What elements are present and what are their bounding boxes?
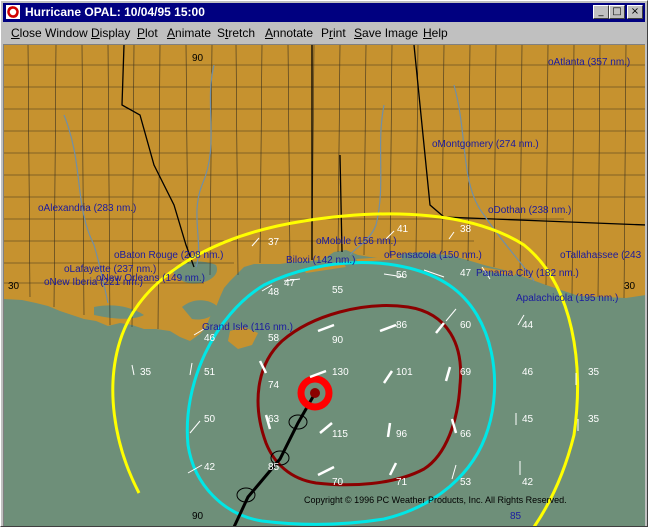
latitude-label: 30 <box>8 281 20 292</box>
wind-speed-value: 63 <box>268 414 280 425</box>
menu-animate[interactable]: Animate <box>167 26 211 40</box>
wind-speed-value: 55 <box>332 285 344 296</box>
wind-speed-value: 37 <box>268 237 280 248</box>
app-window: Hurricane OPAL: 10/04/95 15:00 _ □ × Clo… <box>0 0 648 527</box>
hurricane-eye-center <box>310 388 320 398</box>
city-label: oAlexandria (283 nm.) <box>38 203 136 214</box>
wind-speed-value: 47 <box>460 268 472 279</box>
menu-annotate[interactable]: Annotate <box>265 26 313 40</box>
wind-speed-value: 48 <box>268 287 280 298</box>
wind-speed-value: 35 <box>588 414 600 425</box>
wind-speed-value: 46 <box>204 333 216 344</box>
city-label: oMontgomery (274 nm.) <box>432 139 539 150</box>
wind-speed-value: 66 <box>460 429 472 440</box>
wind-speed-value: 101 <box>396 367 413 378</box>
wind-speed-value: 47 <box>284 278 296 289</box>
wind-speed-value: 70 <box>332 477 344 488</box>
menu-save-image[interactable]: Save Image <box>354 26 418 40</box>
wind-vectors-strong <box>258 322 458 477</box>
wind-speed-value: 86 <box>396 320 408 331</box>
wind-speed-value: 38 <box>460 224 472 235</box>
wind-speed-value: 71 <box>396 477 408 488</box>
longitude-label: 85 <box>510 511 522 522</box>
menu-help[interactable]: Help <box>423 26 448 40</box>
hurricane-app-icon <box>6 5 20 19</box>
menu-display[interactable]: Display <box>91 26 130 40</box>
copyright-notice: Copyright © 1996 PC Weather Products, In… <box>304 495 567 505</box>
window-title: Hurricane OPAL: 10/04/95 15:00 <box>25 5 205 19</box>
wind-speed-value: 45 <box>522 414 534 425</box>
close-button[interactable]: × <box>627 5 643 19</box>
latitude-label: 30 <box>624 281 636 292</box>
wind-speed-value: 115 <box>332 429 348 440</box>
menu-close-window[interactable]: Close Window <box>11 26 88 40</box>
wind-speed-value: 53 <box>460 477 472 488</box>
wind-speed-value: 35 <box>588 367 600 378</box>
wind-speed-value: 51 <box>204 367 216 378</box>
wind-speed-value: 42 <box>522 477 534 488</box>
city-label: Apalachicola (195 nm.) <box>516 293 618 304</box>
wind-speed-value: 58 <box>268 333 280 344</box>
wind-speed-value: 42 <box>204 462 216 473</box>
wind-speed-value: 69 <box>460 367 472 378</box>
menu-stretch[interactable]: Stretch <box>217 26 255 40</box>
minimize-button[interactable]: _ <box>593 5 609 19</box>
city-label: oMobile (156 nm.) <box>316 236 397 247</box>
menu-bar: Close Window Display Plot Animate Stretc… <box>3 23 645 43</box>
wind-speed-value: 96 <box>396 429 408 440</box>
title-bar[interactable]: Hurricane OPAL: 10/04/95 15:00 _ □ × <box>3 3 645 22</box>
wind-speed-value: 130 <box>332 367 349 378</box>
wind-speed-value: 44 <box>522 320 534 331</box>
longitude-label: 90 <box>192 511 204 522</box>
wind-speed-value: 60 <box>460 320 472 331</box>
menu-plot[interactable]: Plot <box>137 26 158 40</box>
wind-speed-value: 41 <box>397 224 409 235</box>
city-label: Panama City (182 nm.) <box>476 268 579 279</box>
city-label: Biloxi (142 nm.) <box>286 255 355 266</box>
city-label: oDothan (238 nm.) <box>488 205 571 216</box>
city-label: oTallahassee (243 <box>560 250 642 261</box>
map-canvas: oAtlanta (357 nm.) oMontgomery (274 nm.) o… <box>4 45 645 526</box>
menu-print[interactable]: Print <box>321 26 346 40</box>
wind-speed-value: 85 <box>268 462 280 473</box>
maximize-button[interactable]: □ <box>609 5 625 19</box>
city-label: oBaton Rouge (208 nm.) <box>114 250 224 261</box>
city-label: oNew Iberia (221 nm.) <box>44 277 143 288</box>
city-label: Grand Isle (116 nm.) <box>202 322 293 333</box>
wind-speed-value: 46 <box>522 367 534 378</box>
wind-speed-value: 74 <box>268 380 280 391</box>
longitude-label: 90 <box>192 53 204 64</box>
wind-speed-value: 56 <box>396 270 408 281</box>
wind-speed-value: 50 <box>204 414 216 425</box>
hurricane-map[interactable]: oAtlanta (357 nm.) oMontgomery (274 nm.) o… <box>3 44 645 526</box>
city-label: oPensacola (150 nm.) <box>384 250 482 261</box>
city-label: oAtlanta (357 nm.) <box>548 57 630 68</box>
wind-speed-value: 35 <box>140 367 152 378</box>
wind-speed-value: 90 <box>332 335 344 346</box>
